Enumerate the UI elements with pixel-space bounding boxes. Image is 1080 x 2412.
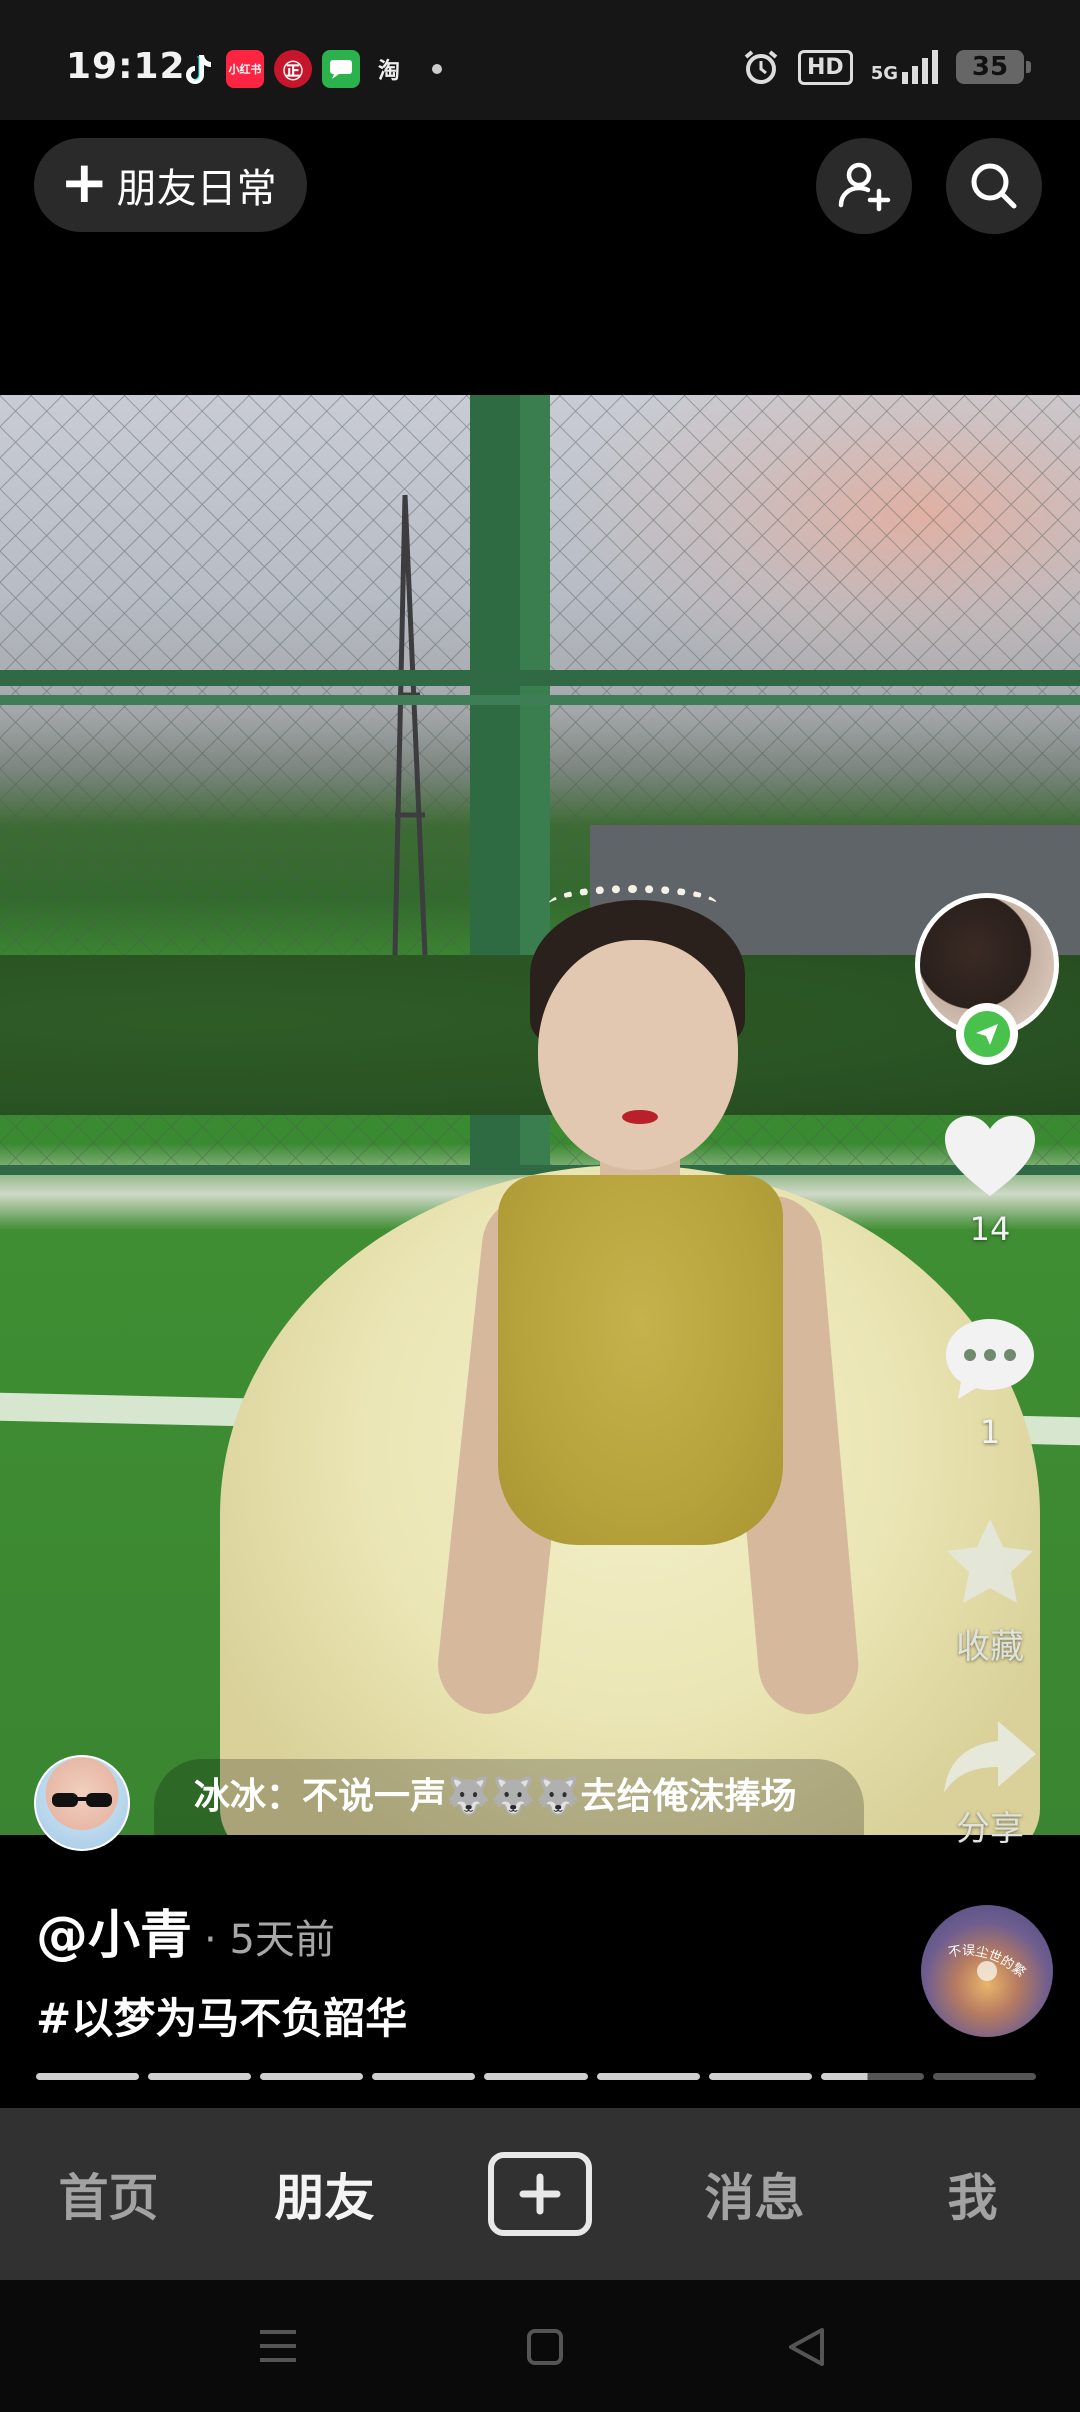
progress-segment [708,2073,812,2080]
message-icon [322,50,360,88]
home-square-icon[interactable] [526,2328,564,2366]
share-arrow-icon [944,1721,1036,1793]
nav-messages[interactable]: 消息 [682,2108,827,2280]
like-count: 14 [969,1210,1011,1248]
progress-segment-current [820,2073,924,2080]
like-button[interactable]: 14 [900,1112,1080,1248]
add-friend-button[interactable] [816,138,912,234]
post-time: · 5天前 [204,1917,335,1963]
top-bar: + 朋友日常 [0,120,1080,395]
nav-home[interactable]: 首页 [36,2108,181,2280]
hashtag[interactable]: #以梦为马不负韶华 [36,1985,407,2046]
battery-icon: 35 [956,50,1031,84]
favorite-button[interactable]: 收藏 [900,1515,1080,1668]
nav-friends[interactable]: 朋友 [252,2108,397,2280]
hd-badge: HD [798,49,853,85]
comment-button[interactable]: 1 [900,1315,1080,1451]
author-name[interactable]: @小青 [36,1893,192,1968]
lips [622,1110,658,1124]
friends-daily-button[interactable]: + 朋友日常 [34,138,307,232]
dress-bodice [498,1175,783,1545]
music-disc-text: 不误尘世的繁华上方 [914,1893,1028,1981]
plus-box-icon [519,2173,561,2215]
add-person-icon [838,162,891,212]
music-disc-art: 不误尘世的繁华上方 [914,1893,1028,1981]
share-button[interactable]: 分享 [900,1715,1080,1850]
plus-icon: + [60,148,109,216]
progress-segment [148,2073,252,2080]
network-type: 5G [870,63,898,84]
face [538,940,738,1170]
xiaohongshu-icon: 小红书 [226,50,264,88]
more-dot-icon [418,50,456,88]
alarm-icon [744,50,778,84]
bank-icon: ㊣ [274,50,312,88]
nav-me[interactable]: 我 [900,2108,1045,2280]
share-label: 分享 [956,1809,1024,1849]
system-navigation-bar [0,2280,1080,2412]
follow-button[interactable] [956,1003,1018,1065]
comment-bubble[interactable]: 冰冰：不说一声🐺🐺🐺去给俺沫捧场 [154,1759,864,1891]
progress-segment [484,2073,588,2080]
commenter-avatar[interactable] [34,1755,130,1851]
progress-segment [36,2073,140,2080]
search-button[interactable] [946,138,1042,234]
progress-segment [260,2073,364,2080]
star-icon [947,1519,1033,1603]
status-bar: 19:12 小红书 ㊣ 淘 HD 5G 35 [0,0,1080,120]
tiara [548,885,718,925]
caption-author-line: @小青 · 5天前 [36,1893,335,1968]
system-icons: HD 5G 35 [742,48,1031,86]
tiktok-icon [178,50,216,88]
status-time: 19:12 [66,46,186,87]
create-button[interactable] [488,2152,592,2236]
comment-text-end: 去给俺沫捧场 [580,1776,797,1817]
heart-icon [945,1116,1035,1196]
svg-text:不误尘世的繁华上方: 不误尘世的繁华上方 [921,1905,1028,1981]
menu-icon[interactable] [258,2328,298,2364]
progress-segment [372,2073,476,2080]
music-disc[interactable]: 不误尘世的繁华上方 [914,1893,1053,2037]
search-icon [971,163,1017,209]
send-icon [976,1024,998,1045]
comment-emojis: 🐺🐺🐺 [446,1776,581,1817]
progress-segment [932,2073,1036,2080]
notification-icons: 小红书 ㊣ 淘 [178,50,456,88]
comment-text-start: 冰冰：不说一声 [194,1776,447,1817]
bottom-nav: 首页 朋友 消息 我 [0,2108,1080,2280]
comment-count: 1 [979,1413,1001,1451]
back-triangle-icon[interactable] [786,2326,826,2368]
taobao-icon: 淘 [377,59,400,84]
favorite-label: 收藏 [956,1627,1024,1667]
story-progress [36,2073,1036,2080]
comment-icon [946,1319,1034,1399]
signal-icon [902,50,938,84]
friends-daily-label: 朋友日常 [116,166,277,212]
sunglasses-icon [52,1793,112,1807]
progress-segment [596,2073,700,2080]
